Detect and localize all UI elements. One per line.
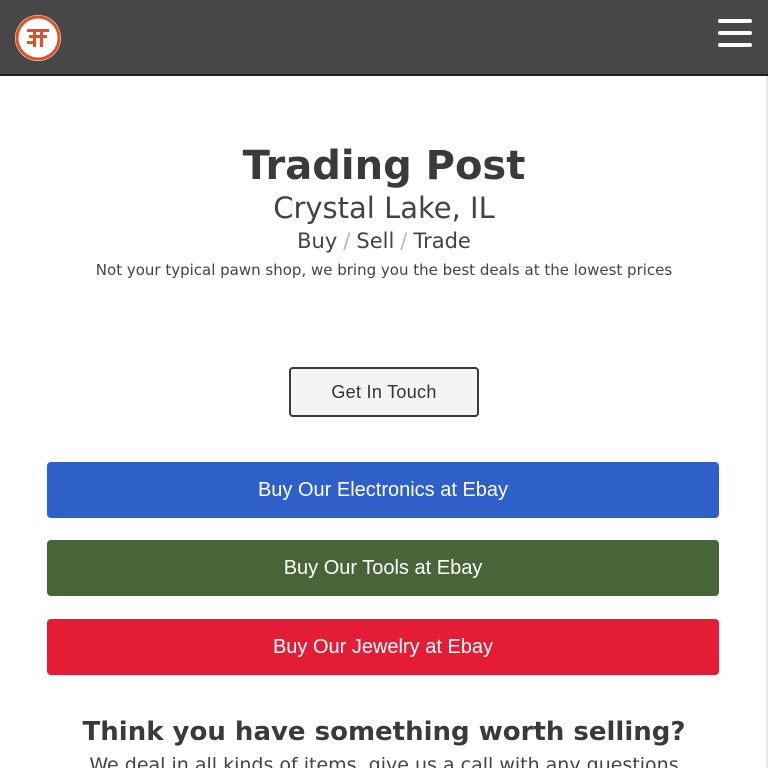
menu-bar	[718, 19, 752, 23]
page: Trading Post Crystal Lake, IL Buy / Sell / T…	[0, 0, 768, 768]
tagline-sell: Sell	[356, 229, 395, 253]
get-in-touch-button[interactable]: Get In Touch	[289, 367, 479, 417]
hamburger-menu-icon[interactable]	[718, 19, 752, 49]
logo[interactable]	[15, 15, 61, 61]
tagline-trade: Trade	[413, 229, 471, 253]
page-title: Trading Post	[242, 143, 526, 189]
location-subtitle: Crystal Lake, IL	[273, 191, 495, 225]
menu-bar	[718, 43, 752, 47]
electronics-ebay-button[interactable]: Buy Our Electronics at Ebay	[47, 462, 719, 518]
tagline-separator: /	[400, 229, 408, 253]
site-header	[0, 0, 768, 76]
tagline-buy: Buy	[297, 229, 338, 253]
jewelry-ebay-button[interactable]: Buy Our Jewelry at Ebay	[47, 619, 719, 675]
tagline: Buy / Sell / Trade	[0, 227, 768, 255]
hero-description: Not your typical pawn shop, we bring you…	[95, 261, 673, 279]
sell-section-heading: Think you have something worth selling?	[82, 717, 686, 747]
sell-section-text: We deal in all kinds of items, give us a…	[89, 754, 679, 768]
tools-ebay-button[interactable]: Buy Our Tools at Ebay	[47, 540, 719, 596]
tagline-separator: /	[343, 229, 351, 253]
trading-post-logo-icon	[15, 15, 61, 61]
menu-bar	[718, 31, 752, 35]
